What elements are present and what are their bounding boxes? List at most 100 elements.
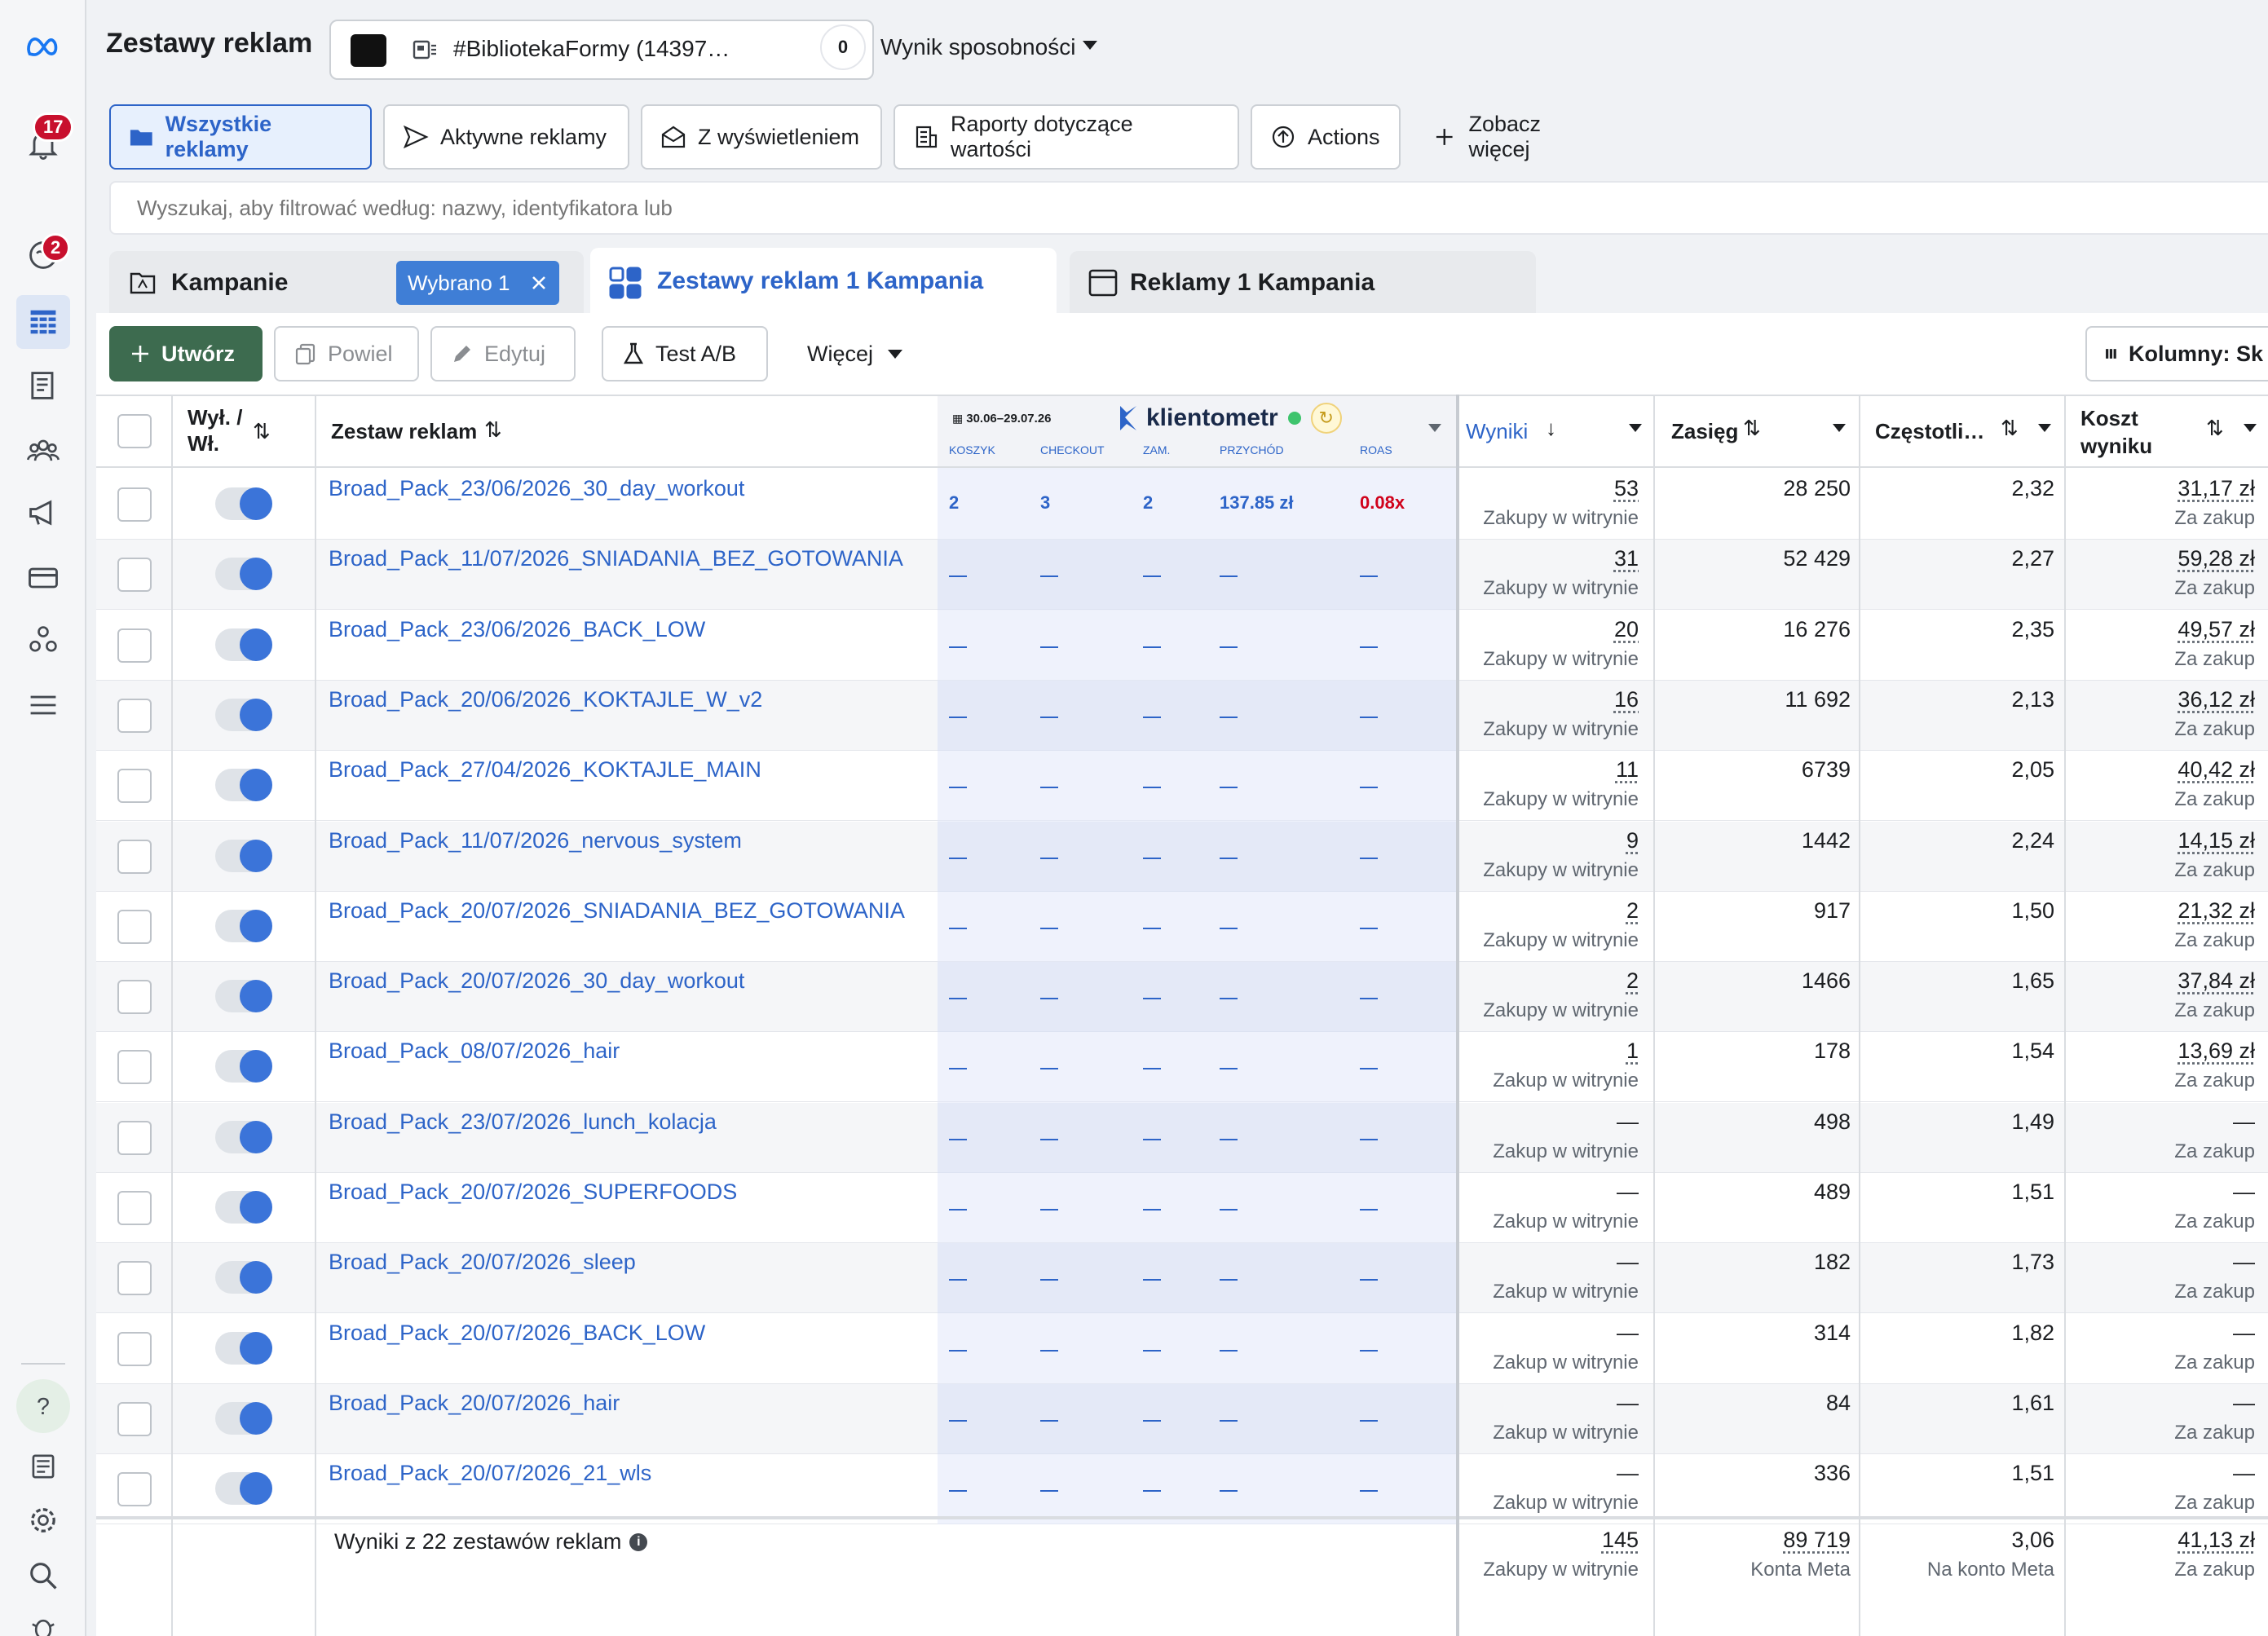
adset-name-link[interactable]: Broad_Pack_20/07/2026_sleep [329, 1250, 636, 1275]
see-more-filters[interactable]: Zobacz więcej [1412, 104, 1626, 170]
row-checkbox[interactable] [117, 980, 152, 1014]
adset-name-link[interactable]: Broad_Pack_11/07/2026_SNIADANIA_BEZ_GOTO… [329, 546, 903, 571]
sort-icon[interactable]: ⇅ [253, 419, 271, 444]
row-checkbox[interactable] [117, 1191, 152, 1225]
adset-toggle[interactable] [215, 840, 272, 872]
adset-name-link[interactable]: Broad_Pack_20/07/2026_SNIADANIA_BEZ_GOTO… [329, 898, 905, 924]
adset-toggle[interactable] [215, 980, 272, 1012]
adset-toggle[interactable] [215, 487, 272, 520]
chevron-down-icon[interactable] [2244, 424, 2257, 432]
chevron-down-icon[interactable] [1833, 424, 1846, 432]
refresh-icon[interactable]: ↻ [1311, 403, 1342, 434]
adset-toggle[interactable] [215, 1261, 272, 1294]
duplicate-button[interactable]: Powiel [274, 326, 419, 381]
filter-actions[interactable]: Actions [1251, 104, 1401, 170]
klientometr-date-range[interactable]: ▦ 30.06–29.07.26 [952, 408, 1061, 429]
header-adset-name[interactable]: Zestaw reklam [331, 419, 477, 444]
row-checkbox[interactable] [117, 628, 152, 663]
search-field[interactable] [109, 181, 2268, 235]
meta-logo-icon[interactable] [16, 20, 70, 73]
header-reach[interactable]: Zasięg [1671, 419, 1738, 444]
chevron-down-icon[interactable] [1428, 424, 1441, 432]
adset-name-link[interactable]: Broad_Pack_20/07/2026_SUPERFOODS [329, 1180, 737, 1205]
adset-toggle[interactable] [215, 558, 272, 590]
row-checkbox[interactable] [117, 699, 152, 733]
chevron-down-icon[interactable] [1629, 424, 1642, 432]
adset-name-link[interactable]: Broad_Pack_23/07/2026_lunch_kolacja [329, 1109, 717, 1135]
row-checkbox[interactable] [117, 1261, 152, 1295]
tab-adsets[interactable]: Zestawy reklam 1 Kampania [590, 248, 1057, 316]
tab-campaigns[interactable]: Kampanie Wybrano 1 [109, 251, 584, 315]
ab-test-button[interactable]: Test A/B [602, 326, 768, 381]
row-checkbox[interactable] [117, 1472, 152, 1506]
adset-name-link[interactable]: Broad_Pack_20/07/2026_hair [329, 1391, 620, 1416]
filter-value-reports[interactable]: Raporty dotyczące wartości [894, 104, 1239, 170]
edit-button[interactable]: Edytuj [430, 326, 576, 381]
chevron-down-icon[interactable] [1083, 41, 1097, 50]
sort-desc-icon[interactable]: ↓ [1546, 416, 1556, 441]
adset-name-link[interactable]: Broad_Pack_20/06/2026_KOKTAJLE_W_v2 [329, 687, 762, 712]
adset-name-link[interactable]: Broad_Pack_20/07/2026_30_day_workout [329, 968, 744, 994]
adset-toggle[interactable] [215, 1191, 272, 1224]
adset-toggle[interactable] [215, 628, 272, 661]
row-checkbox[interactable] [117, 487, 152, 522]
billing-card-icon[interactable] [16, 551, 70, 605]
opportunity-score-gauge[interactable]: 0 [820, 24, 866, 70]
filter-all-ads[interactable]: Wszystkie reklamy [109, 104, 372, 170]
info-icon[interactable]: i [629, 1533, 647, 1551]
filter-with-impressions[interactable]: Z wyświetleniem [641, 104, 882, 170]
sort-icon[interactable]: ⇅ [484, 417, 502, 443]
sort-icon[interactable]: ⇅ [2206, 416, 2224, 441]
selected-chip[interactable]: Wybrano 1 [396, 261, 559, 305]
columns-button[interactable]: Kolumny: Sk [2085, 326, 2268, 381]
help-icon[interactable]: ? [16, 1379, 70, 1433]
header-cost-per-result[interactable]: Koszt wyniku [2080, 404, 2170, 460]
adset-toggle[interactable] [215, 699, 272, 731]
audiences-icon[interactable] [16, 424, 70, 478]
events-manager-icon[interactable] [16, 613, 70, 667]
adset-toggle[interactable] [215, 1402, 272, 1435]
row-checkbox[interactable] [117, 840, 152, 874]
adset-name-link[interactable]: Broad_Pack_20/07/2026_BACK_LOW [329, 1321, 705, 1346]
filter-active-ads[interactable]: Aktywne reklamy [383, 104, 629, 170]
sort-icon[interactable]: ⇅ [2001, 416, 2019, 441]
search-icon[interactable] [16, 1549, 70, 1603]
adset-toggle[interactable] [215, 1472, 272, 1505]
header-frequency[interactable]: Częstotli… [1875, 419, 1984, 444]
news-icon[interactable] [16, 1440, 70, 1493]
adset-toggle[interactable] [215, 1332, 272, 1365]
settings-gear-icon[interactable] [16, 1493, 70, 1547]
row-checkbox[interactable] [117, 558, 152, 592]
chevron-down-icon[interactable] [2038, 424, 2051, 432]
row-checkbox[interactable] [117, 769, 152, 803]
adset-name-link[interactable]: Broad_Pack_08/07/2026_hair [329, 1038, 620, 1064]
adset-name-link[interactable]: Broad_Pack_23/06/2026_30_day_workout [329, 476, 744, 501]
row-checkbox[interactable] [117, 1332, 152, 1366]
sort-icon[interactable]: ⇅ [1743, 416, 1761, 441]
more-dropdown[interactable]: Więcej [788, 326, 911, 381]
adset-name-link[interactable]: Broad_Pack_27/04/2026_KOKTAJLE_MAIN [329, 757, 761, 783]
row-checkbox[interactable] [117, 910, 152, 944]
header-results[interactable]: Wyniki [1466, 419, 1528, 444]
row-checkbox[interactable] [117, 1402, 152, 1436]
adset-name-link[interactable]: Broad_Pack_23/06/2026_BACK_LOW [329, 617, 705, 642]
adset-toggle[interactable] [215, 1121, 272, 1153]
adset-toggle[interactable] [215, 910, 272, 942]
ads-manager-table-icon[interactable] [16, 295, 70, 349]
create-button[interactable]: Utwórz [109, 326, 263, 381]
adset-toggle[interactable] [215, 769, 272, 801]
select-all-checkbox[interactable] [117, 414, 152, 448]
opportunity-score-label[interactable]: Wynik sposobności [880, 34, 1075, 60]
campaigns-megaphone-icon[interactable] [16, 486, 70, 540]
adset-toggle[interactable] [215, 1050, 272, 1083]
row-checkbox[interactable] [117, 1121, 152, 1155]
bug-report-icon[interactable] [16, 1601, 70, 1636]
menu-hamburger-icon[interactable] [16, 678, 70, 732]
search-input[interactable] [111, 183, 2268, 233]
account-selector[interactable]: #BibliotekaFormy (14397… [329, 20, 874, 80]
close-icon[interactable] [530, 274, 548, 292]
adset-name-link[interactable]: Broad_Pack_11/07/2026_nervous_system [329, 828, 742, 853]
pages-icon[interactable] [16, 359, 70, 412]
row-checkbox[interactable] [117, 1050, 152, 1084]
tab-ads[interactable]: Reklamy 1 Kampania [1070, 251, 1536, 315]
